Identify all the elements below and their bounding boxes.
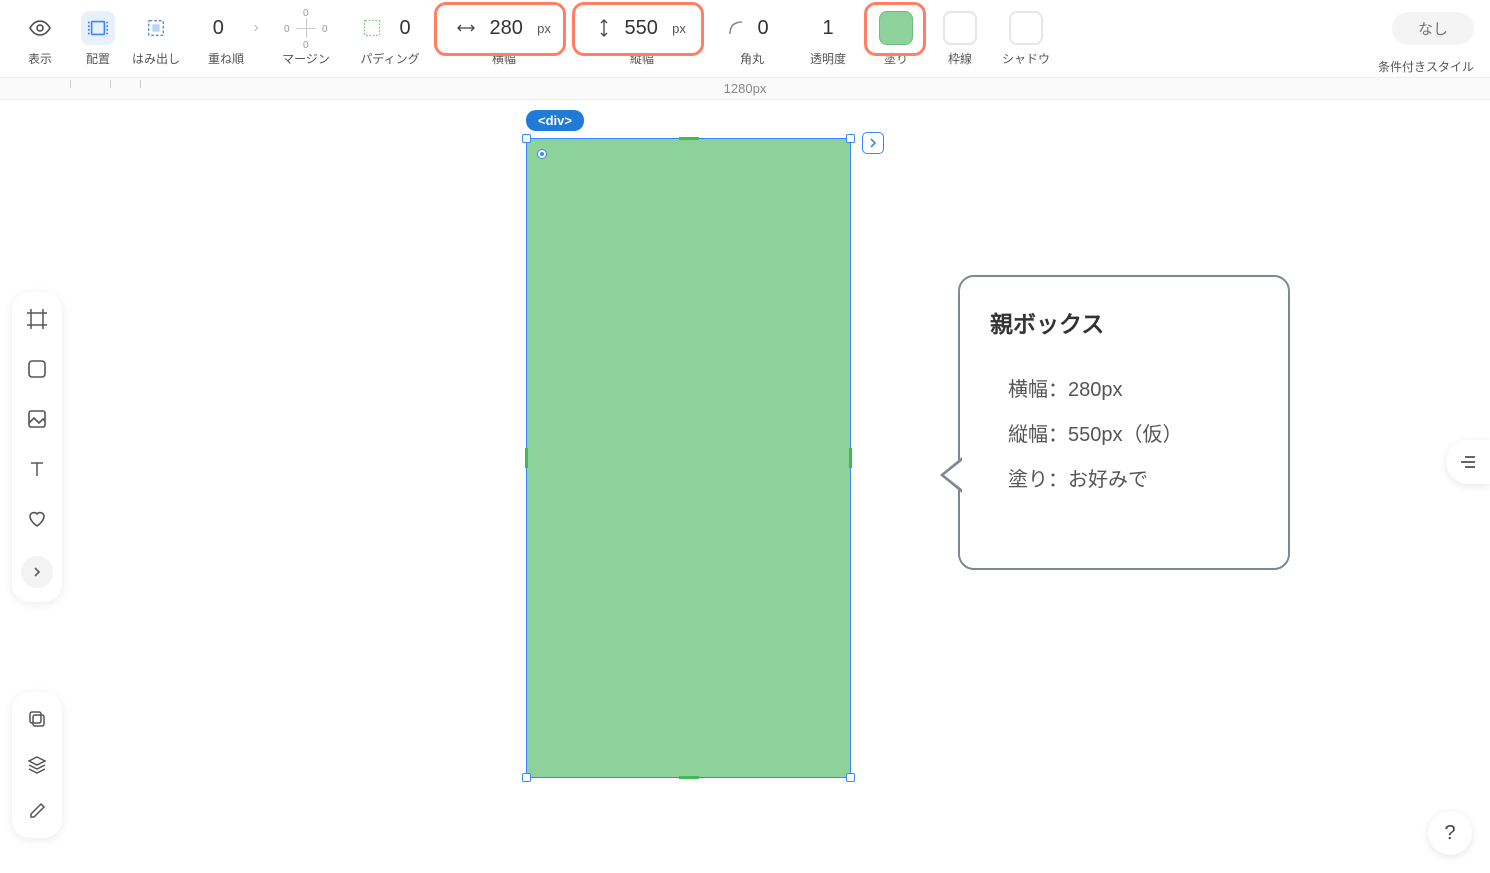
callout-line-1: 横幅：280px (990, 373, 1258, 402)
callout-arrow-icon (940, 457, 962, 493)
menu-icon (1459, 455, 1477, 469)
callout-line-2: 縦幅：550px（仮） (990, 418, 1258, 447)
resize-handle-se[interactable] (846, 773, 855, 782)
zindex-label: 重ね順 (208, 50, 244, 67)
canvas[interactable]: <div> 親ボックス 横幅：280px 縦幅：550px（仮） 塗り：お好みで (0, 100, 1490, 873)
opacity-label: 透明度 (810, 50, 846, 67)
side-toolbar (12, 292, 62, 602)
ruler: 1280px (0, 78, 1490, 100)
help-icon: ? (1444, 822, 1455, 845)
overflow-button[interactable] (139, 11, 173, 45)
ruler-width-label: 1280px (724, 81, 767, 96)
layout-group: 配置 (74, 8, 122, 68)
edge-left[interactable] (525, 448, 528, 468)
resize-handle-nw[interactable] (522, 134, 531, 143)
copy-tool-icon[interactable] (24, 706, 50, 732)
height-group: 550 px 縦幅 (578, 8, 706, 68)
zindex-group: 0 › 重ね順 (190, 8, 262, 68)
overflow-group: はみ出し (132, 8, 180, 68)
display-button[interactable] (23, 11, 57, 45)
insert-after-button[interactable] (862, 132, 884, 154)
display-group: 表示 (16, 8, 64, 68)
edge-right[interactable] (849, 448, 852, 468)
width-label: 横幅 (492, 50, 516, 67)
heart-tool-icon[interactable] (24, 506, 50, 532)
resize-handle-ne[interactable] (846, 134, 855, 143)
right-panel-toggle[interactable] (1446, 440, 1490, 484)
expand-tool-icon[interactable] (21, 556, 53, 588)
radius-label: 角丸 (740, 50, 764, 67)
padding-icon (362, 18, 382, 38)
edge-bottom[interactable] (679, 776, 699, 779)
border-swatch[interactable] (943, 11, 977, 45)
callout-line-3: 塗り：お好みで (990, 463, 1258, 492)
radius-value[interactable]: 0 (750, 17, 776, 40)
width-unit[interactable]: px (537, 21, 551, 36)
help-button[interactable]: ? (1428, 811, 1472, 855)
frame-tool-icon[interactable] (24, 306, 50, 332)
fill-label: 塗り (884, 50, 908, 67)
text-tool-icon[interactable] (24, 456, 50, 482)
margin-label: マージン (282, 50, 330, 67)
cond-style-button[interactable]: なし (1392, 12, 1474, 45)
width-icon (457, 22, 475, 34)
radius-group: 0 角丸 (716, 8, 788, 68)
height-value[interactable]: 550 (616, 17, 666, 40)
width-group: 280 px 横幅 (440, 8, 568, 68)
callout-title: 親ボックス (990, 305, 1258, 339)
layers-tool-icon[interactable] (24, 752, 50, 778)
edit-tool-icon[interactable] (24, 798, 50, 824)
height-label: 縦幅 (630, 50, 654, 67)
side-toolbar-2 (12, 692, 62, 838)
layout-button[interactable] (81, 11, 115, 45)
height-unit[interactable]: px (672, 21, 686, 36)
selected-box[interactable] (526, 138, 851, 778)
padding-group: 0 パディング (350, 8, 430, 68)
fill-group: 塗り (868, 8, 924, 68)
property-toolbar: 表示 配置 はみ出し 0 › 重ね順 0 0 0 0 (0, 0, 1490, 78)
origin-marker[interactable] (537, 149, 547, 159)
chevron-right-icon[interactable]: › (253, 19, 258, 37)
width-value[interactable]: 280 (481, 17, 531, 40)
opacity-value[interactable]: 1 (813, 17, 843, 40)
display-label: 表示 (28, 50, 52, 67)
opacity-group: 1 透明度 (798, 8, 858, 68)
shadow-group: シャドウ (996, 8, 1056, 68)
zindex-value[interactable]: 0 (193, 17, 243, 40)
annotation-callout: 親ボックス 横幅：280px 縦幅：550px（仮） 塗り：お好みで (958, 275, 1290, 570)
layout-label: 配置 (86, 50, 110, 67)
border-group: 枠線 (934, 8, 986, 68)
image-tool-icon[interactable] (24, 406, 50, 432)
cond-style-label: 条件付きスタイル (1378, 58, 1474, 75)
edge-top[interactable] (679, 137, 699, 140)
fill-swatch[interactable] (879, 11, 913, 45)
margin-group: 0 0 0 0 マージン (272, 8, 340, 68)
padding-value[interactable]: 0 (392, 17, 418, 40)
element-tag-badge[interactable]: <div> (526, 110, 584, 131)
shadow-label: シャドウ (1002, 50, 1050, 67)
shadow-swatch[interactable] (1009, 11, 1043, 45)
radius-icon (728, 20, 744, 36)
rect-tool-icon[interactable] (24, 356, 50, 382)
resize-handle-sw[interactable] (522, 773, 531, 782)
padding-label: パディング (360, 50, 419, 67)
height-icon (598, 19, 610, 37)
margin-button[interactable]: 0 0 0 0 (282, 10, 330, 46)
border-label: 枠線 (948, 50, 972, 67)
overflow-label: はみ出し (132, 50, 180, 67)
